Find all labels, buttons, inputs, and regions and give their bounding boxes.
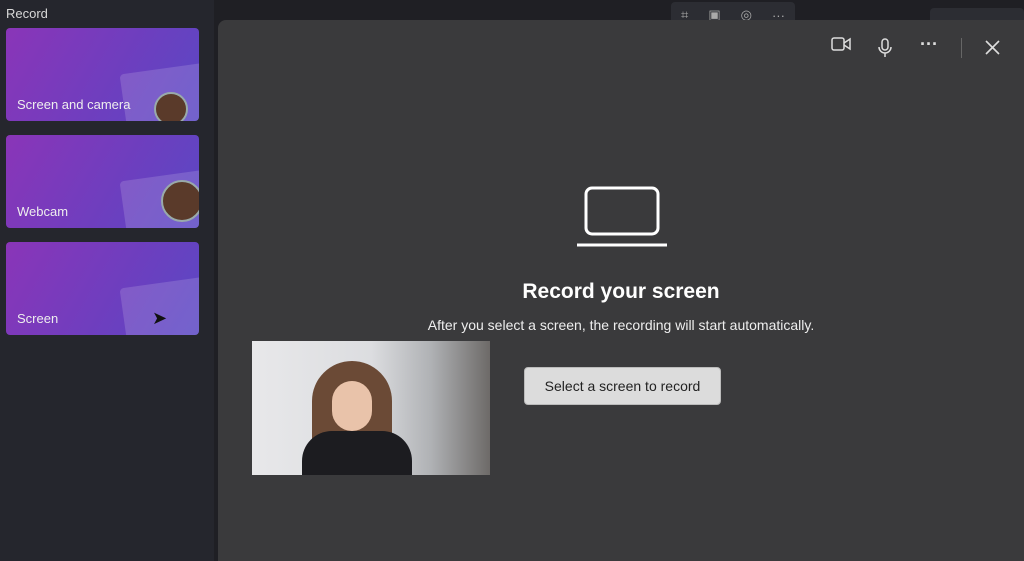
microphone-icon[interactable] <box>878 38 892 58</box>
cursor-icon: ➤ <box>152 308 168 328</box>
option-screen[interactable]: ➤ Screen <box>6 242 199 335</box>
close-icon[interactable] <box>985 40 1000 55</box>
option-label: Webcam <box>17 204 69 219</box>
option-screen-and-camera[interactable]: Screen and camera <box>6 28 199 121</box>
person-thumbnail <box>161 180 199 222</box>
sidebar-title: Record <box>6 6 48 21</box>
divider <box>961 38 962 58</box>
record-dialog: ··· Record your screen After you select … <box>218 20 1024 561</box>
camera-icon[interactable] <box>831 36 851 52</box>
laptop-icon <box>577 186 667 247</box>
option-label: Screen <box>17 311 59 326</box>
option-label: Screen and camera <box>17 97 131 112</box>
webcam-preview <box>252 341 490 475</box>
option-webcam[interactable]: Webcam <box>6 135 199 228</box>
select-screen-button[interactable]: Select a screen to record <box>524 367 721 405</box>
person-thumbnail <box>154 92 188 121</box>
sidebar: Record Screen and camera Webcam ➤ Screen <box>0 0 214 561</box>
dialog-heading: Record your screen <box>522 280 720 303</box>
dialog-subtitle: After you select a screen, the recording… <box>427 317 815 333</box>
more-icon[interactable]: ··· <box>920 34 938 55</box>
